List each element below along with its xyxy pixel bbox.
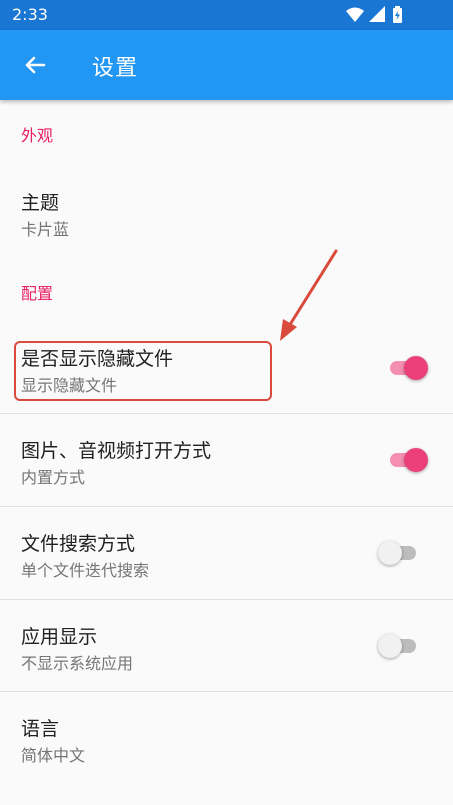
switch-thumb: [378, 634, 402, 658]
switch-thumb: [378, 541, 402, 565]
annotation-highlight-box: [14, 341, 272, 401]
section-header-appearance: 外观: [21, 126, 54, 145]
item-title: 主题: [21, 192, 60, 214]
item-subtitle: 内置方式: [21, 468, 86, 487]
item-title: 应用显示: [21, 626, 98, 648]
settings-item-app-display[interactable]: 应用显示 不显示系统应用: [0, 600, 453, 691]
item-subtitle: 卡片蓝: [21, 220, 70, 239]
battery-charging-icon: [393, 6, 402, 23]
item-subtitle: 简体中文: [21, 746, 86, 765]
status-bar: 2:33: [0, 0, 453, 30]
show-hidden-files-switch[interactable]: [386, 353, 430, 383]
item-subtitle: 单个文件迭代搜索: [21, 561, 150, 580]
app-bar: 设置: [0, 30, 453, 100]
switch-thumb: [404, 356, 428, 380]
settings-item-theme[interactable]: 主题 卡片蓝: [0, 170, 453, 250]
switch-thumb: [404, 448, 428, 472]
section-header-config: 配置: [21, 284, 54, 303]
annotation-arrow-icon: [280, 249, 338, 341]
back-arrow-icon[interactable]: [20, 50, 50, 80]
file-search-method-switch[interactable]: [378, 538, 422, 568]
item-title: 语言: [21, 718, 60, 740]
item-title: 文件搜索方式: [21, 533, 136, 555]
settings-item-media-open-method[interactable]: 图片、音视频打开方式 内置方式: [0, 414, 453, 506]
status-icons: [345, 5, 415, 25]
wifi-icon: [346, 7, 364, 22]
settings-item-file-search-method[interactable]: 文件搜索方式 单个文件迭代搜索: [0, 507, 453, 599]
status-time: 2:33: [12, 5, 48, 24]
page-title: 设置: [92, 56, 139, 81]
signal-icon: [369, 6, 385, 22]
app-display-switch[interactable]: [378, 631, 422, 661]
item-subtitle: 不显示系统应用: [21, 654, 134, 673]
media-open-method-switch[interactable]: [386, 445, 430, 475]
item-title: 图片、音视频打开方式: [21, 440, 212, 462]
